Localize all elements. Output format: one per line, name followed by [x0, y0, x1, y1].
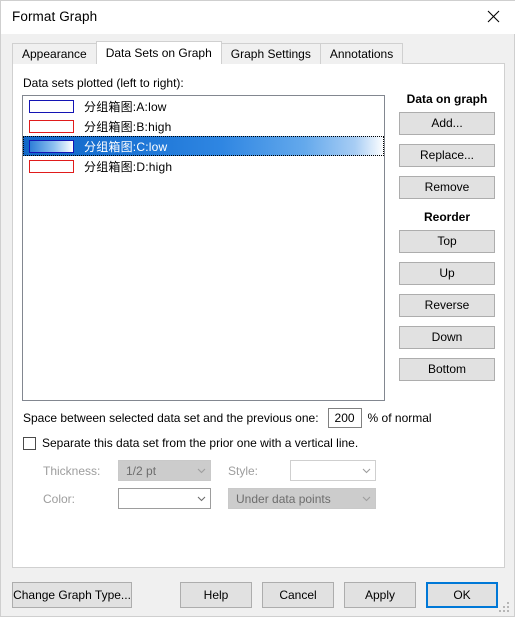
change-graph-type-button[interactable]: Change Graph Type...	[12, 582, 132, 608]
remove-button[interactable]: Remove	[399, 176, 495, 199]
color-swatch-icon	[29, 119, 74, 133]
side-button-column: Data on graph Add... Replace... Remove R…	[395, 92, 499, 390]
color-swatch-icon	[29, 139, 74, 153]
spacing-label: Space between selected data set and the …	[23, 411, 319, 425]
color-swatch-icon	[29, 99, 74, 113]
ok-button[interactable]: OK	[426, 582, 498, 608]
separate-checkbox-label: Separate this data set from the prior on…	[42, 436, 359, 450]
down-button[interactable]: Down	[399, 326, 495, 349]
spacing-row: Space between selected data set and the …	[23, 408, 432, 428]
close-icon[interactable]	[470, 1, 515, 32]
tab-appearance[interactable]: Appearance	[12, 43, 97, 64]
color-label: Color:	[43, 492, 76, 506]
spacing-suffix: % of normal	[367, 411, 432, 425]
reverse-button[interactable]: Reverse	[399, 294, 495, 317]
layer-value: Under data points	[236, 491, 331, 506]
chevron-down-icon	[358, 496, 375, 502]
chevron-down-icon	[358, 468, 375, 474]
top-button[interactable]: Top	[399, 230, 495, 253]
style-dropdown[interactable]	[290, 460, 376, 481]
list-item-label: 分组箱图:A:low	[84, 99, 167, 114]
chevron-down-icon	[193, 468, 210, 474]
data-sets-listbox[interactable]: 分组箱图:A:low 分组箱图:B:high 分组箱图:C:low 分组箱图:D…	[22, 95, 385, 401]
thickness-dropdown[interactable]: 1/2 pt	[118, 460, 211, 481]
tab-graph-settings[interactable]: Graph Settings	[220, 43, 321, 64]
tab-data-sets-on-graph[interactable]: Data Sets on Graph	[95, 41, 222, 64]
list-item[interactable]: 分组箱图:A:low	[23, 96, 384, 116]
thickness-value: 1/2 pt	[126, 463, 157, 478]
replace-button[interactable]: Replace...	[399, 144, 495, 167]
help-button[interactable]: Help	[180, 582, 252, 608]
data-sets-label: Data sets plotted (left to right):	[23, 76, 184, 90]
up-button[interactable]: Up	[399, 262, 495, 285]
color-swatch-icon	[29, 159, 74, 173]
list-item-selected[interactable]: 分组箱图:C:low	[23, 136, 384, 156]
resize-grip-icon[interactable]	[499, 602, 510, 613]
window-title: Format Graph	[12, 9, 98, 24]
format-graph-dialog: Format Graph Appearance Data Sets on Gra…	[0, 0, 515, 617]
layer-dropdown[interactable]: Under data points	[228, 488, 376, 509]
reorder-heading: Reorder	[423, 210, 470, 224]
bottom-button[interactable]: Bottom	[399, 358, 495, 381]
title-bar: Format Graph	[1, 1, 515, 34]
cancel-button[interactable]: Cancel	[262, 582, 334, 608]
list-item-label: 分组箱图:D:high	[84, 159, 173, 174]
style-label: Style:	[228, 464, 259, 478]
color-dropdown[interactable]	[118, 488, 211, 509]
add-button[interactable]: Add...	[399, 112, 495, 135]
tab-strip: Appearance Data Sets on Graph Graph Sett…	[12, 41, 404, 64]
apply-button[interactable]: Apply	[344, 582, 416, 608]
chevron-down-icon	[193, 496, 210, 502]
list-item[interactable]: 分组箱图:B:high	[23, 116, 384, 136]
list-item-label: 分组箱图:C:low	[84, 139, 168, 154]
separate-checkbox-row[interactable]: Separate this data set from the prior on…	[23, 436, 358, 450]
separate-checkbox[interactable]	[23, 436, 36, 450]
list-item-label: 分组箱图:B:high	[84, 119, 172, 134]
thickness-label: Thickness:	[43, 464, 101, 478]
list-item[interactable]: 分组箱图:D:high	[23, 156, 384, 176]
tab-annotations[interactable]: Annotations	[319, 43, 404, 64]
data-on-graph-heading: Data on graph	[406, 92, 488, 106]
tab-panel: Data sets plotted (left to right): 分组箱图:…	[12, 63, 505, 568]
spacing-input[interactable]	[327, 408, 362, 428]
